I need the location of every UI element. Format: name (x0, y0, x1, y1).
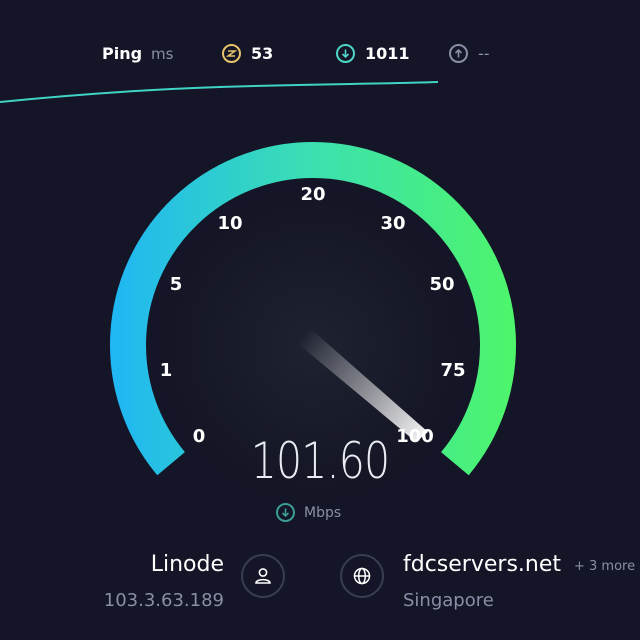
server-location: Singapore (403, 590, 494, 611)
tick-label: 50 (429, 274, 454, 295)
server-more-link[interactable]: + 3 more (574, 559, 635, 574)
isp-ip: 103.3.63.189 (103, 590, 224, 611)
download-unit-icon (276, 503, 295, 522)
tick-label: 20 (300, 184, 325, 205)
user-icon[interactable] (241, 554, 285, 598)
speed-unit: Mbps (276, 503, 341, 522)
tick-label: 75 (440, 360, 465, 381)
tick-label: 30 (380, 213, 405, 234)
globe-icon[interactable] (340, 554, 384, 598)
tick-label: 1 (160, 360, 173, 381)
tick-label: 5 (170, 274, 183, 295)
tick-label: 10 (217, 213, 242, 234)
unit-label: Mbps (304, 504, 342, 521)
speed-gauge: 0 1 5 10 20 30 50 75 100 (110, 142, 516, 516)
server-name[interactable]: fdcservers.net (403, 552, 561, 577)
speed-readout: 101.60 (250, 432, 390, 490)
isp-name: Linode (150, 552, 224, 577)
